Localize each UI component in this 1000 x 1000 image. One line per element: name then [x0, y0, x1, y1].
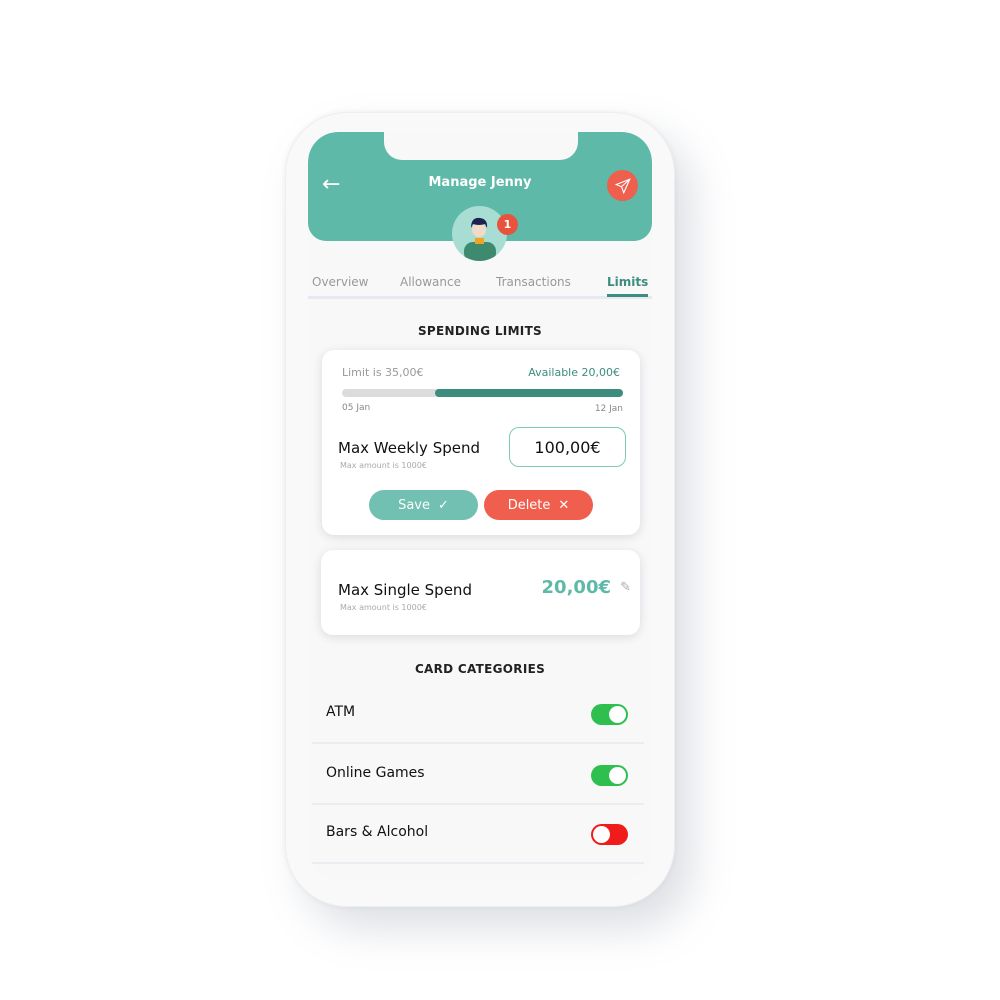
pencil-icon[interactable]: ✎ — [620, 580, 631, 595]
paper-plane-icon — [614, 177, 631, 194]
check-icon: ✓ — [438, 497, 449, 513]
avatar[interactable] — [452, 206, 507, 261]
limit-progress-fill — [434, 389, 623, 397]
notification-badge: 1 — [497, 214, 518, 235]
category-label: Online Games — [326, 765, 425, 781]
bars-alcohol-toggle[interactable] — [591, 824, 628, 845]
tab-allowance[interactable]: Allowance — [400, 275, 461, 289]
spending-limits-heading: SPENDING LIMITS — [417, 324, 543, 338]
save-label: Save — [398, 497, 430, 513]
single-limit-card[interactable]: Max Single Spend Max amount is 1000€ 20,… — [321, 550, 640, 635]
close-icon: ✕ — [558, 497, 570, 513]
tab-limits[interactable]: Limits — [607, 275, 649, 297]
weekly-label: Max Weekly Spend — [338, 439, 480, 457]
weekly-limit-card: Limit is 35,00€ Available 20,00€ 05 Jan … — [322, 350, 640, 535]
online-games-toggle[interactable] — [591, 765, 628, 786]
category-label: ATM — [326, 704, 356, 720]
tab-transactions[interactable]: Transactions — [496, 275, 571, 289]
notch — [384, 132, 578, 160]
tab-overview[interactable]: Overview — [312, 275, 369, 289]
weekly-hint: Max amount is 1000€ — [340, 461, 427, 470]
app-screen: ← Manage Jenny 1 Overview Allowance Tran… — [308, 132, 652, 880]
start-date: 05 Jan — [342, 403, 371, 413]
page-title: Manage Jenny — [428, 175, 532, 190]
category-row: ATM — [312, 684, 644, 744]
send-button[interactable] — [607, 170, 638, 201]
limit-progress-bar — [342, 389, 623, 397]
delete-label: Delete — [507, 497, 551, 513]
delete-button[interactable]: Delete ✕ — [484, 490, 593, 520]
available-text: Available 20,00€ — [528, 366, 620, 379]
limit-text: Limit is 35,00€ — [342, 366, 424, 379]
save-button[interactable]: Save ✓ — [369, 490, 478, 520]
single-label: Max Single Spend — [338, 581, 472, 599]
weekly-amount-input[interactable]: 100,00€ — [509, 427, 626, 467]
end-date: 12 Jan — [594, 404, 623, 414]
tab-bar: Overview Allowance Transactions Limits — [308, 273, 652, 299]
single-hint: Max amount is 1000€ — [340, 603, 427, 612]
atm-toggle[interactable] — [591, 704, 628, 725]
category-label: Bars & Alcohol — [326, 824, 429, 840]
single-amount: 20,00€ — [541, 577, 611, 598]
category-row: Bars & Alcohol — [312, 804, 644, 864]
category-row: Online Games — [312, 745, 644, 805]
card-categories-heading: CARD CATEGORIES — [414, 662, 546, 676]
